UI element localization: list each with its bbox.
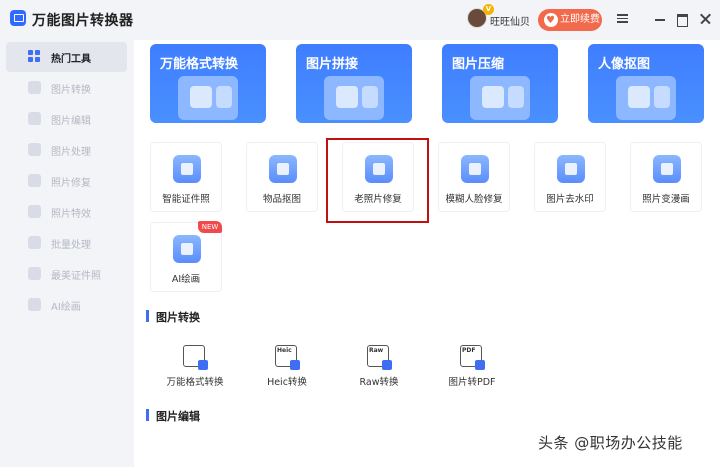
raw-file-icon: Raw <box>367 345 392 370</box>
heart-icon <box>544 10 558 32</box>
id-photo-icon <box>28 267 41 280</box>
tool-label: 智能证件照 <box>162 194 210 205</box>
pdf-file-icon: PDF <box>460 345 485 370</box>
banner-format-convert[interactable]: 万能格式转换 <box>150 44 266 123</box>
tool-photo-to-comic[interactable]: 照片变漫画 <box>630 142 702 212</box>
shopping-bag-icon <box>269 155 297 183</box>
conv-heic[interactable]: Heic Heic转换 <box>247 345 327 395</box>
sidebar-item-label: 照片特效 <box>51 209 91 220</box>
conv-label: Raw转换 <box>359 377 399 388</box>
sidebar-item-label: 图片处理 <box>51 147 91 158</box>
sidebar-item-image-process[interactable]: 图片处理 <box>6 135 127 165</box>
eraser-icon <box>557 155 585 183</box>
banner-portrait-cutout[interactable]: 人像抠图 <box>588 44 704 123</box>
section-marker <box>146 409 149 421</box>
effects-icon <box>28 205 41 218</box>
tool-label: 模糊人脸修复 <box>445 194 503 205</box>
tool-label: AI绘画 <box>171 274 201 285</box>
face-download-icon <box>461 155 489 183</box>
sidebar-item-photo-effects[interactable]: 照片特效 <box>6 197 127 227</box>
banner-image-stitch[interactable]: 图片拼接 <box>296 44 412 123</box>
renew-label: 立即续费 <box>560 14 600 25</box>
conv-to-pdf[interactable]: PDF 图片转PDF <box>432 345 512 395</box>
edit-icon <box>28 112 41 125</box>
conv-format-convert[interactable]: 万能格式转换 <box>155 345 235 395</box>
app-logo-icon <box>10 10 26 26</box>
sidebar-item-id-photo[interactable]: 最美证件照 <box>6 259 127 289</box>
paint-board-icon <box>173 235 201 263</box>
maximize-icon[interactable] <box>675 12 689 27</box>
puzzle-icon <box>324 76 384 120</box>
highlight-annotation <box>326 138 429 223</box>
section-title-conversion: 图片转换 <box>156 311 200 324</box>
conv-label: Heic转换 <box>267 377 307 388</box>
app-title: 万能图片转换器 <box>32 13 134 29</box>
sidebar: 热门工具 图片转换 图片编辑 图片处理 照片修复 照片特效 批量处理 最美证件照… <box>0 40 134 467</box>
tool-label: 物品抠图 <box>262 194 301 205</box>
sidebar-item-batch[interactable]: 批量处理 <box>6 228 127 258</box>
portrait-icon <box>616 76 676 120</box>
banner-title: 图片拼接 <box>306 57 359 72</box>
sidebar-item-label: 照片修复 <box>51 178 91 189</box>
repair-icon <box>28 174 41 187</box>
tool-object-cutout[interactable]: 物品抠图 <box>246 142 318 212</box>
grid-icon <box>28 50 41 63</box>
sidebar-item-label: 图片编辑 <box>51 116 91 127</box>
sidebar-item-label: 最美证件照 <box>51 271 101 282</box>
sidebar-item-label: 批量处理 <box>51 240 91 251</box>
tool-label: 图片去水印 <box>546 194 594 205</box>
username[interactable]: 旺旺仙贝 <box>490 13 530 28</box>
section-title-editing: 图片编辑 <box>156 410 200 423</box>
ai-icon <box>28 298 41 311</box>
close-icon[interactable] <box>698 12 712 26</box>
conv-raw[interactable]: Raw Raw转换 <box>339 345 419 395</box>
minimize-icon[interactable] <box>653 12 667 26</box>
sidebar-item-hot-tools[interactable]: 热门工具 <box>6 42 127 72</box>
conv-label: 万能格式转换 <box>166 377 224 388</box>
bear-face-icon <box>653 155 681 183</box>
renew-button[interactable]: 立即续费 <box>538 9 602 32</box>
new-badge: NEW <box>198 221 222 233</box>
convert-icon <box>28 81 41 94</box>
format-convert-icon <box>183 345 208 370</box>
tool-remove-watermark[interactable]: 图片去水印 <box>534 142 606 212</box>
banner-image-compress[interactable]: 图片压缩 <box>442 44 558 123</box>
section-marker <box>146 310 149 322</box>
conv-label: 图片转PDF <box>448 377 496 388</box>
heic-file-icon: Heic <box>275 345 300 370</box>
zip-icon <box>470 76 530 120</box>
watermark-text: 头条 @职场办公技能 <box>538 434 683 452</box>
sidebar-item-photo-repair[interactable]: 照片修复 <box>6 166 127 196</box>
sidebar-item-ai-painting[interactable]: AI绘画 <box>6 290 127 320</box>
image-convert-icon <box>178 76 238 120</box>
menu-icon[interactable] <box>617 12 631 26</box>
sidebar-item-label: 图片转换 <box>51 85 91 96</box>
banner-title: 万能格式转换 <box>160 57 239 72</box>
tool-smart-id-photo[interactable]: 智能证件照 <box>150 142 222 212</box>
sidebar-item-image-convert[interactable]: 图片转换 <box>6 73 127 103</box>
sidebar-item-image-edit[interactable]: 图片编辑 <box>6 104 127 134</box>
batch-icon <box>28 236 41 249</box>
id-card-icon <box>173 155 201 183</box>
banner-title: 图片压缩 <box>452 57 505 72</box>
sidebar-item-label: AI绘画 <box>51 302 81 313</box>
banner-title: 人像抠图 <box>598 57 651 72</box>
sidebar-item-label: 热门工具 <box>51 54 91 65</box>
tool-blurry-face-repair[interactable]: 模糊人脸修复 <box>438 142 510 212</box>
tool-label: 照片变漫画 <box>642 194 690 205</box>
process-icon <box>28 143 41 156</box>
title-bar: 万能图片转换器 V 旺旺仙贝 立即续费 <box>0 0 720 40</box>
